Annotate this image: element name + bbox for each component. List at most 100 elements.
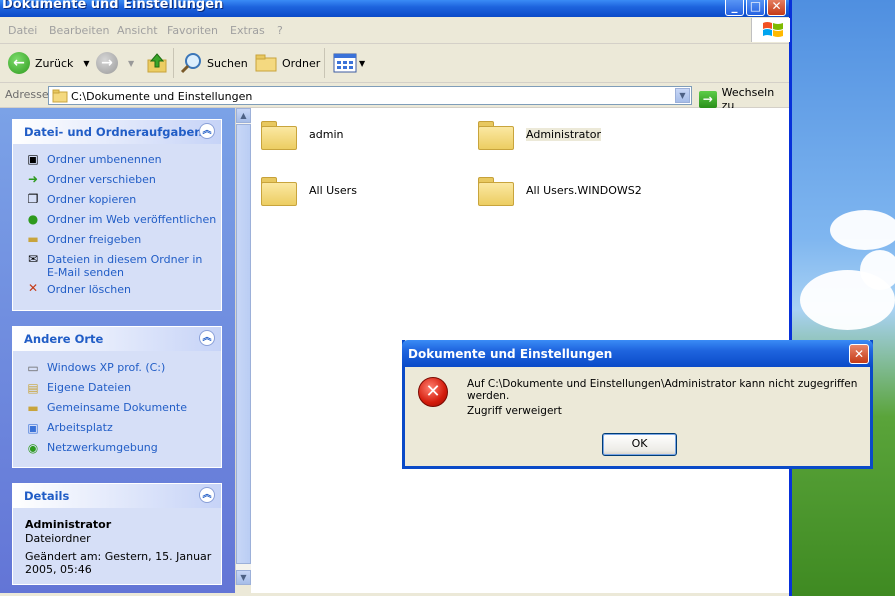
address-bar: Adresse C:\Dokumente und Einstellungen ▼… <box>0 83 789 112</box>
search-icon <box>180 53 201 74</box>
file-folder-tasks-panel: Datei- und Ordneraufgaben ︽ ▣ Ordner umb… <box>12 119 222 311</box>
details-modified-line2: 2005, 05:46 <box>25 563 92 576</box>
menu-help[interactable]: ? <box>277 24 283 37</box>
forward-dropdown-icon[interactable]: ▼ <box>128 59 134 68</box>
maximize-button[interactable]: □ <box>746 0 765 16</box>
menu-bearbeiten[interactable]: Bearbeiten <box>49 24 109 37</box>
back-label: Zurück <box>35 56 74 70</box>
task-delete-folder[interactable]: Ordner löschen <box>47 283 131 296</box>
scroll-down-icon[interactable]: ▼ <box>236 570 251 585</box>
folders-button[interactable]: Ordner <box>254 50 320 76</box>
network-icon: ◉ <box>27 441 39 455</box>
window-titlebar[interactable]: Dokumente und Einstellungen _ □ ✕ <box>0 0 789 17</box>
task-copy-folder[interactable]: Ordner kopieren <box>47 193 136 206</box>
folder-icon <box>52 89 68 103</box>
folder-label: Administrator <box>526 127 601 141</box>
address-dropdown-icon[interactable]: ▼ <box>675 88 690 103</box>
menu-bar: Datei Bearbeiten Ansicht Favoriten Extra… <box>0 17 789 44</box>
address-input[interactable]: C:\Dokumente und Einstellungen ▼ <box>48 86 692 105</box>
folder-icon <box>261 174 299 206</box>
panel-title: Andere Orte <box>24 332 104 346</box>
place-network[interactable]: Netzwerkumgebung <box>47 441 158 454</box>
windows-logo <box>751 18 790 42</box>
address-value: C:\Dokumente und Einstellungen <box>71 90 253 103</box>
place-my-documents[interactable]: Eigene Dateien <box>47 381 131 394</box>
vertical-scrollbar[interactable]: ▲ ▼ <box>235 108 251 585</box>
other-places-panel: Andere Orte ︽ ▭ Windows XP prof. (C:) ▤ … <box>12 326 222 468</box>
back-arrow-icon: ← <box>8 52 30 74</box>
toolbar-separator <box>324 48 325 78</box>
folder-icon <box>261 118 299 150</box>
scroll-thumb[interactable] <box>236 124 251 564</box>
rename-icon: ▣ <box>27 152 39 166</box>
place-drive-c[interactable]: Windows XP prof. (C:) <box>47 361 165 374</box>
place-shared-documents[interactable]: Gemeinsame Dokumente <box>47 401 187 414</box>
address-label: Adresse <box>5 88 49 101</box>
desktop-cloud <box>830 210 895 250</box>
task-publish-web[interactable]: Ordner im Web veröffentlichen <box>47 213 216 226</box>
desktop-cloud <box>860 250 895 290</box>
ok-button[interactable]: OK <box>602 433 677 456</box>
windows-flag-icon <box>763 22 783 37</box>
my-documents-icon: ▤ <box>27 381 39 395</box>
menu-datei[interactable]: Datei <box>8 24 37 37</box>
details-panel: Details ︽ Administrator Dateiordner Geän… <box>12 483 222 585</box>
share-icon: ▬ <box>27 232 39 246</box>
task-share-folder[interactable]: Ordner freigeben <box>47 233 141 246</box>
dialog-title: Dokumente und Einstellungen <box>408 347 613 361</box>
collapse-chevron-icon[interactable]: ︽ <box>199 123 215 139</box>
collapse-chevron-icon[interactable]: ︽ <box>199 487 215 503</box>
toolbar-separator <box>173 48 174 78</box>
forward-button[interactable]: → ▼ <box>96 50 134 76</box>
scroll-up-icon[interactable]: ▲ <box>236 108 251 123</box>
panel-header[interactable]: Andere Orte ︽ <box>13 327 221 351</box>
task-email-files[interactable]: Dateien in diesem Ordner in <box>47 253 202 266</box>
panel-title: Datei- und Ordneraufgaben <box>24 125 203 139</box>
panel-title: Details <box>24 489 70 503</box>
folders-icon <box>255 54 277 72</box>
folder-label: admin <box>309 127 344 141</box>
folder-item[interactable]: admin <box>261 118 343 150</box>
collapse-chevron-icon[interactable]: ︽ <box>199 330 215 346</box>
shared-documents-icon: ▬ <box>27 401 39 415</box>
folder-item[interactable]: All Users.WINDOWS2 <box>478 174 642 206</box>
folder-label: All Users <box>309 183 357 197</box>
place-my-computer[interactable]: Arbeitsplatz <box>47 421 113 434</box>
back-dropdown-icon[interactable]: ▼ <box>83 59 89 68</box>
task-move-folder[interactable]: Ordner verschieben <box>47 173 156 186</box>
task-email-files-line2[interactable]: E-Mail senden <box>47 266 124 279</box>
views-button[interactable]: ▼ <box>333 50 365 76</box>
copy-icon: ❐ <box>27 192 39 206</box>
minimize-button[interactable]: _ <box>725 0 744 16</box>
panel-header[interactable]: Datei- und Ordneraufgaben ︽ <box>13 120 221 144</box>
folders-label: Ordner <box>282 56 321 70</box>
search-label: Suchen <box>207 56 248 70</box>
dialog-detail: Zugriff verweigert <box>467 405 562 417</box>
folder-item[interactable]: Administrator <box>478 118 601 150</box>
move-icon: ➜ <box>27 172 39 186</box>
menu-favoriten[interactable]: Favoriten <box>167 24 218 37</box>
menu-extras[interactable]: Extras <box>230 24 265 37</box>
forward-arrow-icon: → <box>96 52 118 74</box>
back-button[interactable]: ← Zurück ▼ <box>8 50 90 76</box>
window-title: Dokumente und Einstellungen <box>2 0 224 12</box>
explorer-window: Dokumente und Einstellungen _ □ ✕ Datei … <box>0 0 792 596</box>
close-button[interactable]: ✕ <box>767 0 786 16</box>
task-pane: Datei- und Ordneraufgaben ︽ ▣ Ordner umb… <box>0 108 235 593</box>
dialog-titlebar[interactable]: Dokumente und Einstellungen ✕ <box>402 340 873 367</box>
folder-label: All Users.WINDOWS2 <box>526 183 642 197</box>
up-button[interactable] <box>146 50 168 76</box>
views-dropdown-icon[interactable]: ▼ <box>359 59 365 68</box>
views-icon <box>333 53 357 73</box>
dialog-message: Auf C:\Dokumente und Einstellungen\Admin… <box>467 378 858 402</box>
error-icon: ✕ <box>418 377 448 407</box>
dialog-close-button[interactable]: ✕ <box>849 344 869 364</box>
toolbar: ← Zurück ▼ → ▼ Suchen Ordner ▼ <box>0 44 789 83</box>
panel-header[interactable]: Details ︽ <box>13 484 221 508</box>
search-button[interactable]: Suchen <box>180 50 248 76</box>
folder-item[interactable]: All Users <box>261 174 357 206</box>
error-dialog: Dokumente und Einstellungen ✕ ✕ Auf C:\D… <box>402 340 873 469</box>
task-rename-folder[interactable]: Ordner umbenennen <box>47 153 162 166</box>
details-name: Administrator <box>25 518 112 531</box>
menu-ansicht[interactable]: Ansicht <box>117 24 158 37</box>
